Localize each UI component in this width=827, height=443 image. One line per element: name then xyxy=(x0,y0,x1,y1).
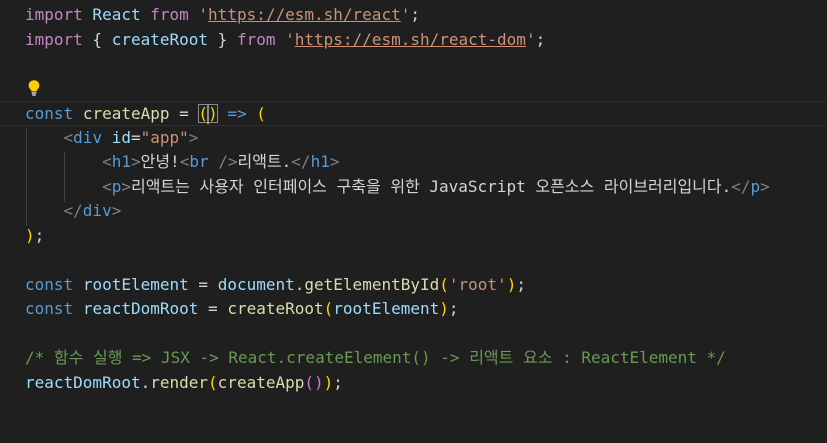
token-bracket: ) xyxy=(439,299,449,318)
token-bracket: ) xyxy=(314,372,324,392)
token-tag-bracket: > xyxy=(130,152,141,171)
token-punct: ; xyxy=(410,5,420,24)
token-variable: reactDomRoot xyxy=(25,372,141,392)
token-tag-bracket: > xyxy=(760,176,770,196)
token-tag-bracket: </ xyxy=(63,201,83,220)
token-tag-bracket: < xyxy=(102,176,112,196)
token-punct: { xyxy=(82,29,112,49)
token-bracket-match: ) xyxy=(208,104,218,123)
token-tag-bracket: < xyxy=(102,152,112,171)
token-keyword: const xyxy=(25,104,74,123)
token-tag-bracket: </ xyxy=(731,176,751,196)
token-text: 리액트. xyxy=(237,152,292,171)
token-variable: rootElement xyxy=(82,274,189,294)
token-text: 리액트는 사용자 인터페이스 구축을 위한 JavaScript 오픈소스 라이… xyxy=(130,176,732,196)
token-bracket: ) xyxy=(323,372,334,392)
code-line-12[interactable]: const rootElement = document.getElementB… xyxy=(0,273,827,298)
token-keyword: const xyxy=(25,299,74,318)
token-keyword: from xyxy=(150,5,189,24)
token-operator: = xyxy=(188,274,218,294)
token-operator: = xyxy=(130,127,141,147)
token-punct: ; xyxy=(333,372,343,392)
token-function-call: getElementById xyxy=(304,274,440,294)
token-operator: = xyxy=(198,299,228,318)
token-text: 안녕! xyxy=(140,152,180,171)
token-tag-name: div xyxy=(82,201,112,220)
token-bracket: ( xyxy=(256,104,266,123)
token-tag-bracket: > xyxy=(121,176,131,196)
token-punct: ; xyxy=(516,274,526,294)
token-quote: ' xyxy=(400,5,411,24)
token-keyword: from xyxy=(236,29,276,49)
token-function-call: createRoot xyxy=(227,299,324,318)
token-tag-bracket: > xyxy=(111,201,122,220)
token-bracket: ) xyxy=(25,225,35,245)
token-tag-name: h1 xyxy=(111,152,131,171)
token-identifier: React xyxy=(82,5,151,24)
token-punct: ; xyxy=(535,29,546,49)
token-punct: } xyxy=(208,29,237,49)
code-line-8[interactable]: <p>리액트는 사용자 인터페이스 구축을 위한 JavaScript 오픈소스… xyxy=(0,175,827,200)
token-operator: = xyxy=(169,104,199,123)
code-line-6[interactable]: <div id="app"> xyxy=(0,126,827,151)
token-punct: ; xyxy=(448,299,459,318)
token-tag-bracket: /> xyxy=(208,152,238,171)
token-function-name: createApp xyxy=(82,104,170,123)
token-tag-name: p xyxy=(111,176,122,196)
token-variable: rootElement xyxy=(333,299,440,318)
token-punct: . xyxy=(294,274,305,294)
token-tag-name: p xyxy=(750,176,761,196)
code-line-7[interactable]: <h1>안녕!<br />리액트.</h1> xyxy=(0,150,827,175)
token-tag-bracket: </ xyxy=(291,152,311,171)
token-keyword: import xyxy=(25,29,83,49)
token-bracket: ( xyxy=(208,372,218,392)
code-line-16[interactable]: reactDomRoot.render(createApp()); xyxy=(0,371,827,396)
token-url-link[interactable]: https://esm.sh/react-dom xyxy=(295,30,526,49)
token-function-call: render xyxy=(150,372,209,392)
token-url-link[interactable]: https://esm.sh/react xyxy=(208,5,401,24)
token-bracket: ( xyxy=(304,372,315,392)
token-bracket: ( xyxy=(323,299,334,318)
token-variable: document xyxy=(217,274,295,294)
lightbulb-icon[interactable] xyxy=(26,79,42,97)
token-variable: reactDomRoot xyxy=(82,299,199,318)
token-tag-bracket: < xyxy=(179,152,190,171)
token-keyword: const xyxy=(25,274,74,294)
code-line-10[interactable]: ); xyxy=(0,224,827,249)
token-tag-name: br xyxy=(189,152,209,171)
code-line-1[interactable]: import React from 'https://esm.sh/react'… xyxy=(0,3,827,28)
code-line-13[interactable]: const reactDomRoot = createRoot(rootElem… xyxy=(0,297,827,322)
token-string: "app" xyxy=(140,127,189,147)
code-line-9[interactable]: </div> xyxy=(0,199,827,224)
code-editor[interactable]: import React from 'https://esm.sh/react'… xyxy=(0,0,827,443)
token-tag-bracket: > xyxy=(188,127,199,147)
token-string: 'root' xyxy=(448,274,507,294)
code-line-15[interactable]: /* 함수 실행 => JSX -> React.createElement()… xyxy=(0,346,827,371)
token-tag-name: h1 xyxy=(310,152,330,171)
token-quote: ' xyxy=(525,29,536,49)
code-line-2[interactable]: import { createRoot } from 'https://esm.… xyxy=(0,28,827,53)
code-line-5[interactable]: const createApp = () => ( xyxy=(0,101,827,126)
token-tag-bracket: > xyxy=(329,152,340,171)
token-quote: ' xyxy=(198,5,209,24)
token-punct: . xyxy=(140,372,151,392)
token-function-call: createApp xyxy=(217,372,305,392)
token-punct: ; xyxy=(34,225,45,245)
token-attribute: id xyxy=(111,127,131,147)
token-identifier: createRoot xyxy=(111,29,209,49)
token-comment: /* 함수 실행 => JSX -> React.createElement()… xyxy=(25,348,726,367)
token-keyword: import xyxy=(25,5,83,24)
token-tag-name: div xyxy=(73,127,103,147)
token-quote: ' xyxy=(285,29,295,49)
token-bracket: ) xyxy=(506,274,517,294)
token-tag-bracket: < xyxy=(63,127,74,147)
token-bracket: ( xyxy=(439,274,449,294)
token-arrow: => xyxy=(217,104,257,123)
